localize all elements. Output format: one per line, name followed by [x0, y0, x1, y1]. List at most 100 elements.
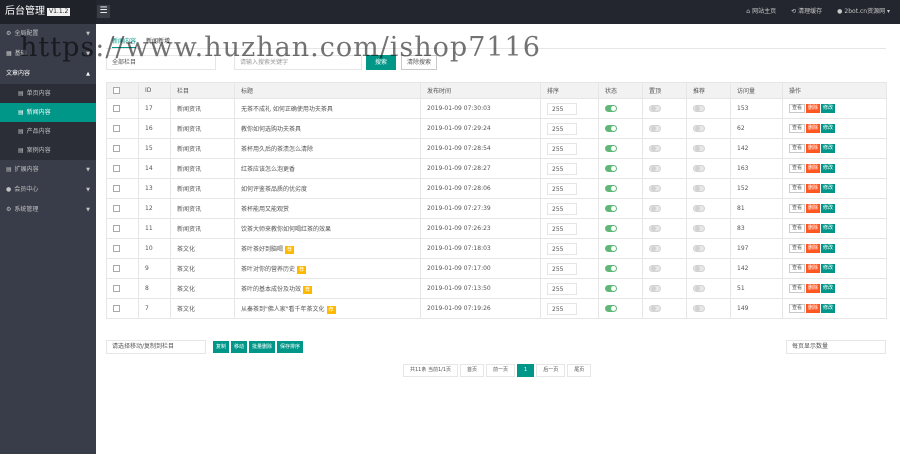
search-input[interactable]: 请输入搜索关键字: [234, 55, 362, 70]
row-title[interactable]: 从秦茶到"佛人家"看千年茶文化: [241, 306, 325, 313]
view-button[interactable]: 查看: [789, 244, 806, 253]
recommend-toggle[interactable]: [693, 125, 705, 132]
top-toggle[interactable]: [649, 285, 661, 292]
sort-input[interactable]: 255: [547, 222, 577, 235]
status-toggle[interactable]: [605, 165, 617, 172]
row-title[interactable]: 红茶应该怎么泡更香: [241, 166, 295, 173]
row-checkbox[interactable]: [113, 245, 120, 252]
row-title[interactable]: 教你如何选购功夫茶具: [241, 126, 301, 133]
status-toggle[interactable]: [605, 145, 617, 152]
sort-input[interactable]: 255: [547, 162, 577, 175]
edit-button[interactable]: 修改: [821, 104, 836, 113]
delete-button[interactable]: 删除: [806, 104, 821, 113]
top-toggle[interactable]: [649, 265, 661, 272]
per-page-select[interactable]: 每页显示数量: [786, 340, 886, 354]
delete-button[interactable]: 删除: [806, 264, 821, 273]
row-checkbox[interactable]: [113, 225, 120, 232]
select-all-checkbox[interactable]: [113, 87, 120, 94]
sort-input[interactable]: 255: [547, 122, 577, 135]
row-checkbox[interactable]: [113, 205, 120, 212]
recommend-toggle[interactable]: [693, 205, 705, 212]
menu-toggle-icon[interactable]: ☰: [97, 5, 110, 18]
row-checkbox[interactable]: [113, 145, 120, 152]
current-page-button[interactable]: 1: [517, 364, 535, 377]
delete-button[interactable]: 删除: [806, 304, 821, 313]
edit-button[interactable]: 修改: [821, 204, 836, 213]
view-button[interactable]: 查看: [789, 284, 806, 293]
sidebar-item-system[interactable]: ⚙ 系统管理 ▼: [0, 200, 96, 220]
view-button[interactable]: 查看: [789, 304, 806, 313]
view-button[interactable]: 查看: [789, 184, 806, 193]
sidebar-item-cases[interactable]: ▤ 案例内容: [0, 141, 96, 160]
edit-button[interactable]: 修改: [821, 224, 836, 233]
top-toggle[interactable]: [649, 165, 661, 172]
edit-button[interactable]: 修改: [821, 164, 836, 173]
delete-button[interactable]: 删除: [806, 284, 821, 293]
row-title[interactable]: 如何评鉴茶品质的优劣度: [241, 186, 307, 193]
tab-news-list[interactable]: 新闻内容: [112, 36, 137, 48]
row-checkbox[interactable]: [113, 265, 120, 272]
row-title[interactable]: 无茶不成礼 如何正确使用功夫茶具: [241, 106, 333, 113]
clear-cache-link[interactable]: ⟲ 清理缓存: [791, 0, 822, 24]
view-button[interactable]: 查看: [789, 204, 806, 213]
view-button[interactable]: 查看: [789, 104, 806, 113]
view-button[interactable]: 查看: [789, 264, 806, 273]
row-title[interactable]: 茶杯用久后的茶渍怎么清除: [241, 146, 313, 153]
sort-input[interactable]: 255: [547, 182, 577, 195]
delete-button[interactable]: 删除: [806, 244, 821, 253]
top-toggle[interactable]: [649, 105, 661, 112]
sort-input[interactable]: 255: [547, 282, 577, 295]
view-button[interactable]: 查看: [789, 164, 806, 173]
row-checkbox[interactable]: [113, 305, 120, 312]
status-toggle[interactable]: [605, 105, 617, 112]
category-select[interactable]: 全部栏目: [106, 55, 216, 70]
sidebar-item-products[interactable]: ▤ 产品内容: [0, 122, 96, 141]
row-checkbox[interactable]: [113, 285, 120, 292]
tab-news-add[interactable]: 新闻新增: [146, 36, 170, 48]
delete-button[interactable]: 删除: [806, 224, 821, 233]
status-toggle[interactable]: [605, 125, 617, 132]
edit-button[interactable]: 修改: [821, 264, 836, 273]
view-button[interactable]: 查看: [789, 124, 806, 133]
top-toggle[interactable]: [649, 245, 661, 252]
sort-input[interactable]: 255: [547, 242, 577, 255]
status-toggle[interactable]: [605, 225, 617, 232]
row-title[interactable]: 茶杯能用又能观赏: [241, 206, 289, 213]
sort-input[interactable]: 255: [547, 262, 577, 275]
recommend-toggle[interactable]: [693, 245, 705, 252]
move-button[interactable]: 移动: [231, 341, 248, 353]
sidebar-item-global-config[interactable]: ⚙ 全局配置 ▼: [0, 24, 96, 44]
sidebar-item-articles[interactable]: 文章内容 ▲: [0, 64, 96, 84]
header-id[interactable]: ID: [138, 82, 171, 99]
recommend-toggle[interactable]: [693, 165, 705, 172]
status-toggle[interactable]: [605, 205, 617, 212]
recommend-toggle[interactable]: [693, 285, 705, 292]
edit-button[interactable]: 修改: [821, 244, 836, 253]
delete-button[interactable]: 删除: [806, 164, 821, 173]
edit-button[interactable]: 修改: [821, 184, 836, 193]
recommend-toggle[interactable]: [693, 145, 705, 152]
top-toggle[interactable]: [649, 125, 661, 132]
delete-button[interactable]: 删除: [806, 204, 821, 213]
sort-input[interactable]: 255: [547, 202, 577, 215]
recommend-toggle[interactable]: [693, 305, 705, 312]
top-toggle[interactable]: [649, 185, 661, 192]
sidebar-item-extensions[interactable]: ▤ 扩展内容 ▼: [0, 160, 96, 180]
status-toggle[interactable]: [605, 285, 617, 292]
next-page-button[interactable]: 后一页: [536, 364, 566, 377]
sort-input[interactable]: 255: [547, 102, 577, 115]
sidebar-item-single-page[interactable]: ▤ 单页内容: [0, 84, 96, 103]
app-logo[interactable]: 后台管理 V1.1.2: [0, 0, 96, 24]
view-button[interactable]: 查看: [789, 144, 806, 153]
row-checkbox[interactable]: [113, 165, 120, 172]
delete-button[interactable]: 删除: [806, 144, 821, 153]
row-title[interactable]: 茶叶的基本成份及功效: [241, 286, 301, 293]
edit-button[interactable]: 修改: [821, 124, 836, 133]
row-title[interactable]: 饮茶大师来教你如何喝红茶的效果: [241, 226, 331, 233]
recommend-toggle[interactable]: [693, 185, 705, 192]
home-link[interactable]: ⌂ 网站主页: [746, 0, 776, 24]
row-checkbox[interactable]: [113, 105, 120, 112]
edit-button[interactable]: 修改: [821, 284, 836, 293]
top-toggle[interactable]: [649, 305, 661, 312]
copy-button[interactable]: 复制: [213, 341, 230, 353]
